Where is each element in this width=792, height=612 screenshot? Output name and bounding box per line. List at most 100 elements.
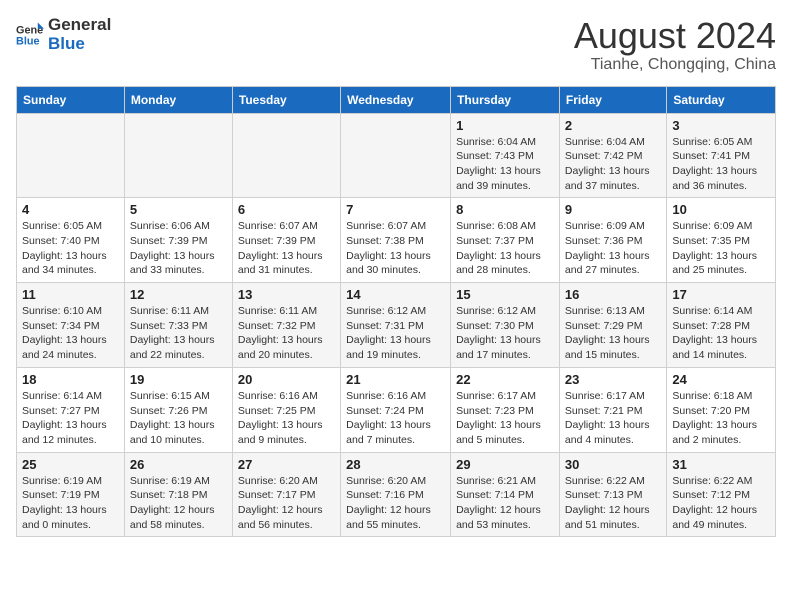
day-info: Sunrise: 6:09 AM Sunset: 7:36 PM Dayligh…: [565, 220, 650, 276]
week-row-4: 18 Sunrise: 6:14 AM Sunset: 7:27 PM Dayli…: [17, 367, 776, 452]
day-info: Sunrise: 6:17 AM Sunset: 7:23 PM Dayligh…: [456, 390, 541, 446]
day-info: Sunrise: 6:19 AM Sunset: 7:18 PM Dayligh…: [130, 475, 215, 531]
day-number: 2: [565, 118, 661, 133]
cell-5-5: 29 Sunrise: 6:21 AM Sunset: 7:14 PM Dayli…: [451, 452, 560, 537]
cell-3-3: 13 Sunrise: 6:11 AM Sunset: 7:32 PM Dayli…: [232, 283, 340, 368]
day-info: Sunrise: 6:12 AM Sunset: 7:31 PM Dayligh…: [346, 305, 431, 361]
col-header-friday: Friday: [559, 86, 666, 113]
day-number: 9: [565, 202, 661, 217]
day-number: 13: [238, 287, 335, 302]
day-number: 24: [672, 372, 770, 387]
day-info: Sunrise: 6:07 AM Sunset: 7:38 PM Dayligh…: [346, 220, 431, 276]
day-number: 3: [672, 118, 770, 133]
day-number: 23: [565, 372, 661, 387]
col-header-tuesday: Tuesday: [232, 86, 340, 113]
day-number: 27: [238, 457, 335, 472]
day-info: Sunrise: 6:20 AM Sunset: 7:17 PM Dayligh…: [238, 475, 323, 531]
sub-title: Tianhe, Chongqing, China: [574, 56, 776, 74]
cell-1-5: 1 Sunrise: 6:04 AM Sunset: 7:43 PM Daylig…: [451, 113, 560, 198]
logo-general-text: General: [48, 16, 111, 35]
cell-2-2: 5 Sunrise: 6:06 AM Sunset: 7:39 PM Daylig…: [124, 198, 232, 283]
day-info: Sunrise: 6:22 AM Sunset: 7:13 PM Dayligh…: [565, 475, 650, 531]
day-number: 18: [22, 372, 119, 387]
cell-3-5: 15Sunrise: 6:12 AM Sunset: 7:30 PM Dayli…: [451, 283, 560, 368]
day-number: 29: [456, 457, 554, 472]
cell-5-2: 26 Sunrise: 6:19 AM Sunset: 7:18 PM Dayli…: [124, 452, 232, 537]
week-row-2: 4Sunrise: 6:05 AM Sunset: 7:40 PM Daylig…: [17, 198, 776, 283]
week-row-5: 25 Sunrise: 6:19 AM Sunset: 7:19 PM Dayli…: [17, 452, 776, 537]
day-number: 6: [238, 202, 335, 217]
day-number: 16: [565, 287, 661, 302]
day-info: Sunrise: 6:11 AM Sunset: 7:33 PM Dayligh…: [130, 305, 215, 361]
cell-3-1: 11 Sunrise: 6:10 AM Sunset: 7:34 PM Dayli…: [17, 283, 125, 368]
day-info: Sunrise: 6:10 AM Sunset: 7:34 PM Dayligh…: [22, 305, 107, 361]
day-info: Sunrise: 6:05 AM Sunset: 7:41 PM Dayligh…: [672, 136, 757, 192]
cell-1-4: [341, 113, 451, 198]
cell-2-6: 9 Sunrise: 6:09 AM Sunset: 7:36 PM Daylig…: [559, 198, 666, 283]
svg-text:Blue: Blue: [16, 35, 40, 47]
day-info: Sunrise: 6:22 AM Sunset: 7:12 PM Dayligh…: [672, 475, 757, 531]
day-number: 26: [130, 457, 227, 472]
cell-5-1: 25 Sunrise: 6:19 AM Sunset: 7:19 PM Dayli…: [17, 452, 125, 537]
day-info: Sunrise: 6:18 AM Sunset: 7:20 PM Dayligh…: [672, 390, 757, 446]
day-info: Sunrise: 6:06 AM Sunset: 7:39 PM Dayligh…: [130, 220, 215, 276]
day-info: Sunrise: 6:12 AM Sunset: 7:30 PM Dayligh…: [456, 305, 541, 361]
day-number: 14: [346, 287, 445, 302]
logo-blue-text: Blue: [48, 35, 111, 54]
day-number: 20: [238, 372, 335, 387]
day-number: 1: [456, 118, 554, 133]
calendar-table: SundayMondayTuesdayWednesdayThursdayFrid…: [16, 86, 776, 538]
day-number: 28: [346, 457, 445, 472]
day-info: Sunrise: 6:07 AM Sunset: 7:39 PM Dayligh…: [238, 220, 323, 276]
col-header-sunday: Sunday: [17, 86, 125, 113]
cell-4-5: 22 Sunrise: 6:17 AM Sunset: 7:23 PM Dayli…: [451, 367, 560, 452]
day-number: 22: [456, 372, 554, 387]
day-info: Sunrise: 6:21 AM Sunset: 7:14 PM Dayligh…: [456, 475, 541, 531]
cell-1-1: [17, 113, 125, 198]
logo-icon: General Blue: [16, 21, 44, 49]
day-info: Sunrise: 6:05 AM Sunset: 7:40 PM Dayligh…: [22, 220, 107, 276]
day-info: Sunrise: 6:13 AM Sunset: 7:29 PM Dayligh…: [565, 305, 650, 361]
day-info: Sunrise: 6:11 AM Sunset: 7:32 PM Dayligh…: [238, 305, 323, 361]
day-info: Sunrise: 6:14 AM Sunset: 7:27 PM Dayligh…: [22, 390, 107, 446]
day-info: Sunrise: 6:19 AM Sunset: 7:19 PM Dayligh…: [22, 475, 107, 531]
cell-4-2: 19Sunrise: 6:15 AM Sunset: 7:26 PM Dayli…: [124, 367, 232, 452]
page-header: General Blue General Blue August 2024 Ti…: [16, 16, 776, 74]
cell-2-5: 8 Sunrise: 6:08 AM Sunset: 7:37 PM Daylig…: [451, 198, 560, 283]
week-row-1: 1 Sunrise: 6:04 AM Sunset: 7:43 PM Daylig…: [17, 113, 776, 198]
day-info: Sunrise: 6:15 AM Sunset: 7:26 PM Dayligh…: [130, 390, 215, 446]
day-number: 5: [130, 202, 227, 217]
cell-4-7: 24 Sunrise: 6:18 AM Sunset: 7:20 PM Dayli…: [667, 367, 776, 452]
day-info: Sunrise: 6:20 AM Sunset: 7:16 PM Dayligh…: [346, 475, 431, 531]
day-info: Sunrise: 6:04 AM Sunset: 7:42 PM Dayligh…: [565, 136, 650, 192]
col-header-saturday: Saturday: [667, 86, 776, 113]
cell-4-6: 23 Sunrise: 6:17 AM Sunset: 7:21 PM Dayli…: [559, 367, 666, 452]
day-info: Sunrise: 6:16 AM Sunset: 7:24 PM Dayligh…: [346, 390, 431, 446]
cell-1-3: [232, 113, 340, 198]
cell-3-6: 16 Sunrise: 6:13 AM Sunset: 7:29 PM Dayli…: [559, 283, 666, 368]
day-info: Sunrise: 6:17 AM Sunset: 7:21 PM Dayligh…: [565, 390, 650, 446]
col-header-wednesday: Wednesday: [341, 86, 451, 113]
cell-5-7: 31 Sunrise: 6:22 AM Sunset: 7:12 PM Dayli…: [667, 452, 776, 537]
cell-4-4: 21 Sunrise: 6:16 AM Sunset: 7:24 PM Dayli…: [341, 367, 451, 452]
day-number: 11: [22, 287, 119, 302]
day-info: Sunrise: 6:04 AM Sunset: 7:43 PM Dayligh…: [456, 136, 541, 192]
day-number: 25: [22, 457, 119, 472]
day-number: 31: [672, 457, 770, 472]
cell-2-4: 7Sunrise: 6:07 AM Sunset: 7:38 PM Daylig…: [341, 198, 451, 283]
day-number: 17: [672, 287, 770, 302]
day-number: 10: [672, 202, 770, 217]
day-info: Sunrise: 6:09 AM Sunset: 7:35 PM Dayligh…: [672, 220, 757, 276]
cell-5-3: 27 Sunrise: 6:20 AM Sunset: 7:17 PM Dayli…: [232, 452, 340, 537]
day-number: 30: [565, 457, 661, 472]
day-number: 21: [346, 372, 445, 387]
cell-3-2: 12Sunrise: 6:11 AM Sunset: 7:33 PM Dayli…: [124, 283, 232, 368]
cell-1-6: 2 Sunrise: 6:04 AM Sunset: 7:42 PM Daylig…: [559, 113, 666, 198]
day-info: Sunrise: 6:08 AM Sunset: 7:37 PM Dayligh…: [456, 220, 541, 276]
day-number: 8: [456, 202, 554, 217]
cell-5-6: 30 Sunrise: 6:22 AM Sunset: 7:13 PM Dayli…: [559, 452, 666, 537]
day-info: Sunrise: 6:14 AM Sunset: 7:28 PM Dayligh…: [672, 305, 757, 361]
cell-2-7: 10 Sunrise: 6:09 AM Sunset: 7:35 PM Dayli…: [667, 198, 776, 283]
col-header-thursday: Thursday: [451, 86, 560, 113]
cell-3-7: 17 Sunrise: 6:14 AM Sunset: 7:28 PM Dayli…: [667, 283, 776, 368]
